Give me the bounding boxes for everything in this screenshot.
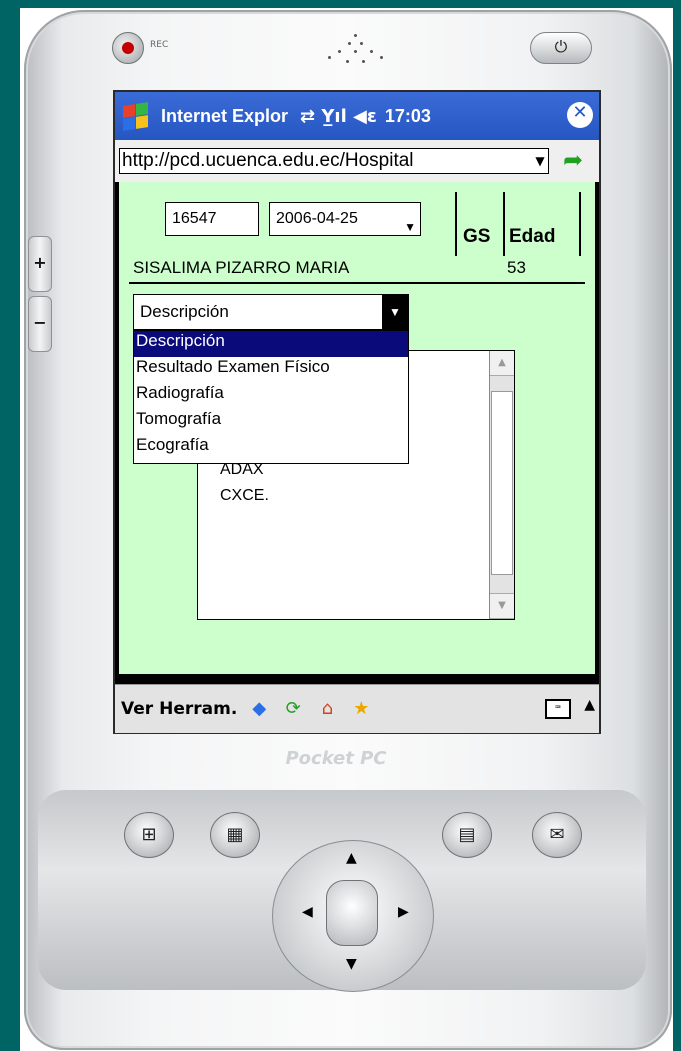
nav-down-icon[interactable]: ▼ (346, 956, 357, 972)
nav-up-icon[interactable]: ▲ (346, 850, 357, 866)
windows-logo-icon: ⊞ (141, 824, 157, 845)
scroll-thumb[interactable] (491, 391, 513, 575)
calendar-hardware-button[interactable]: ▦ (210, 812, 260, 858)
scrollbar[interactable]: ▲ ▼ (489, 351, 514, 619)
favorites-star-icon[interactable]: ★ (349, 697, 373, 721)
close-icon[interactable]: ✕ (567, 102, 593, 128)
web-content: 16547 2006-04-25 ▼ GS Edad SISALIMA PIZA… (119, 182, 595, 674)
chevron-down-icon[interactable]: ▼ (382, 295, 408, 329)
contacts-hardware-button[interactable]: ▤ (442, 812, 492, 858)
column-header-gs: GS (463, 226, 491, 247)
volume-down-button[interactable]: − (28, 296, 52, 352)
keyboard-icon[interactable]: ⌨ (545, 699, 571, 719)
pocket-pc-logo: Pocket PC (285, 748, 387, 769)
record-label: REC (150, 40, 169, 50)
chevron-down-icon: ▼ (404, 220, 416, 234)
power-button[interactable]: ⏻ (530, 32, 592, 64)
column-header-edad: Edad (509, 226, 556, 247)
date-select-value: 2006-04-25 (276, 210, 358, 227)
patient-name: SISALIMA PIZARRO MARIA (133, 258, 350, 277)
connectivity-signal-volume-icons[interactable]: ⇄ Y̲ıl ◀ε (300, 106, 377, 127)
windows-start-icon[interactable] (121, 101, 151, 131)
taskbar: Internet Explor ⇄ Y̲ıl ◀ε 17:03 ✕ (115, 92, 599, 140)
address-bar: http://pcd.ucuenca.edu.ec/Hospital ▼ ➦ (115, 140, 599, 182)
option-descripcion[interactable]: Descripción (134, 331, 408, 357)
option-radiografia[interactable]: Radiografía (134, 383, 408, 409)
volume-up-button[interactable]: + (28, 236, 52, 292)
speaker-grille (318, 32, 392, 72)
category-select[interactable]: Descripción ▼ (133, 294, 409, 330)
clock[interactable]: 17:03 (385, 106, 431, 127)
nav-right-icon[interactable]: ▶ (398, 904, 409, 920)
start-windows-hardware-button[interactable]: ⊞ (124, 812, 174, 858)
chevron-down-icon[interactable]: ▼ (532, 150, 548, 172)
back-arrow-icon[interactable]: ◆ (247, 697, 271, 721)
inbox-hardware-button[interactable]: ✉ (532, 812, 582, 858)
home-icon[interactable]: ⌂ (315, 697, 339, 721)
url-input[interactable]: http://pcd.ucuenca.edu.ec/Hospital (119, 148, 549, 174)
menu-ver[interactable]: Ver (121, 699, 153, 719)
scroll-down-icon[interactable]: ▼ (490, 593, 514, 619)
menu-bar: Ver Herram. ◆ ⟳ ⌂ ★ ⌨ ▲ (115, 684, 599, 733)
record-button[interactable] (112, 32, 144, 64)
divider (129, 282, 585, 284)
input-panel-arrow-icon[interactable]: ▲ (584, 697, 595, 713)
divider (503, 192, 505, 256)
divider (579, 192, 581, 256)
option-resultado-examen-fisico[interactable]: Resultado Examen Físico (134, 357, 408, 383)
option-ecografia[interactable]: Ecografía (134, 435, 408, 461)
date-select[interactable]: 2006-04-25 ▼ (269, 202, 421, 236)
calendar-icon: ▦ (226, 824, 244, 845)
navigation-pad-action-button[interactable] (326, 880, 378, 946)
category-select-value: Descripción (140, 302, 229, 321)
divider (455, 192, 457, 256)
app-title: Internet Explor (161, 105, 289, 126)
menu-herram[interactable]: Herram. (159, 699, 237, 719)
patient-age: 53 (507, 258, 526, 277)
notes-line: CXCE. (220, 487, 269, 504)
background-teal-left (0, 0, 20, 1051)
scroll-up-icon[interactable]: ▲ (490, 351, 514, 376)
record-id-field[interactable]: 16547 (165, 202, 259, 236)
device-screen: Internet Explor ⇄ Y̲ıl ◀ε 17:03 ✕ http:/… (113, 90, 601, 734)
refresh-icon[interactable]: ⟳ (281, 697, 305, 721)
option-tomografia[interactable]: Tomografía (134, 409, 408, 435)
background-teal-top (0, 0, 681, 8)
go-arrow-icon[interactable]: ➦ (563, 146, 583, 174)
power-icon: ⏻ (554, 37, 568, 56)
contacts-icon: ▤ (458, 824, 476, 845)
background-teal-right (673, 0, 681, 1051)
mail-icon: ✉ (549, 824, 565, 845)
category-dropdown-list: Descripción Resultado Examen Físico Radi… (133, 330, 409, 464)
nav-left-icon[interactable]: ◀ (302, 904, 313, 920)
